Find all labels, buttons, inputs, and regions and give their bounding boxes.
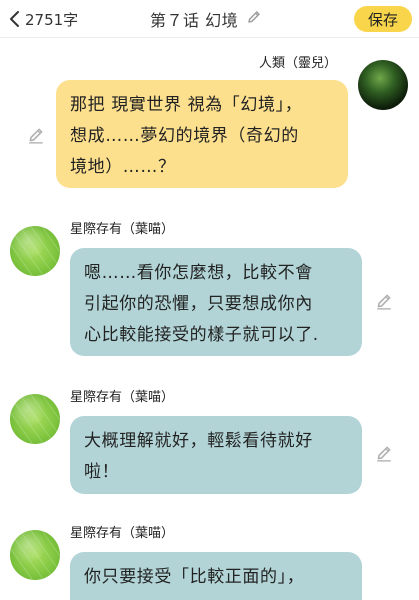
- message-line: 想成……夢幻的境界（奇幻的: [70, 126, 299, 146]
- chat-editor-screen: 2751字 第７话 幻境 保存 人類（靈兒） 那把 現實世界 視為「幻境」， 想…: [0, 0, 419, 600]
- top-bar: 2751字 第７话 幻境 保存: [0, 0, 419, 38]
- pencil-icon[interactable]: [375, 292, 393, 310]
- avatar[interactable]: [10, 530, 60, 580]
- chapter-title-area[interactable]: 第７话 幻境: [150, 6, 262, 32]
- pencil-icon[interactable]: [27, 126, 45, 144]
- pencil-icon[interactable]: [246, 9, 262, 29]
- message-bubble[interactable]: 那把 現實世界 視為「幻境」， 想成……夢幻的境界（奇幻的 境地）……？: [56, 80, 348, 188]
- sender-name: 星際存有（葉喵）: [70, 222, 175, 237]
- avatar[interactable]: [10, 394, 60, 444]
- save-button[interactable]: 保存: [354, 6, 412, 32]
- sender-name: 星際存有（葉喵）: [70, 390, 175, 405]
- sender-name: 人類（靈兒）: [258, 56, 337, 71]
- chevron-left-icon: [8, 10, 22, 28]
- word-count: 2751字: [25, 10, 79, 29]
- message-line: 大概理解就好，輕鬆看待就好: [84, 431, 313, 451]
- message-line: 心比較能接受的樣子就可以了.: [84, 325, 319, 345]
- message-line: 境地）……？: [70, 157, 176, 177]
- message-line: 引起你的恐懼，只要想成你內: [84, 294, 313, 314]
- back-button[interactable]: 2751字: [8, 6, 78, 32]
- message-bubble[interactable]: 嗯……看你怎麼想，比較不會 引起你的恐懼，只要想成你內 心比較能接受的樣子就可以…: [70, 248, 362, 356]
- avatar[interactable]: [358, 60, 408, 110]
- message-line: 啦！: [84, 462, 120, 482]
- pencil-icon[interactable]: [375, 444, 393, 462]
- sender-name: 星際存有（葉喵）: [70, 526, 175, 541]
- chapter-title: 第７话 幻境: [150, 11, 239, 30]
- message-bubble[interactable]: 你只要接受「比較正面的」，: [70, 552, 362, 600]
- message-line: 那把 現實世界 視為「幻境」，: [70, 95, 303, 115]
- message-line: 你只要接受「比較正面的」，: [84, 567, 305, 587]
- message-line: 嗯……看你怎麼想，比較不會: [84, 263, 313, 283]
- message-bubble[interactable]: 大概理解就好，輕鬆看待就好 啦！: [70, 416, 362, 494]
- avatar[interactable]: [10, 226, 60, 276]
